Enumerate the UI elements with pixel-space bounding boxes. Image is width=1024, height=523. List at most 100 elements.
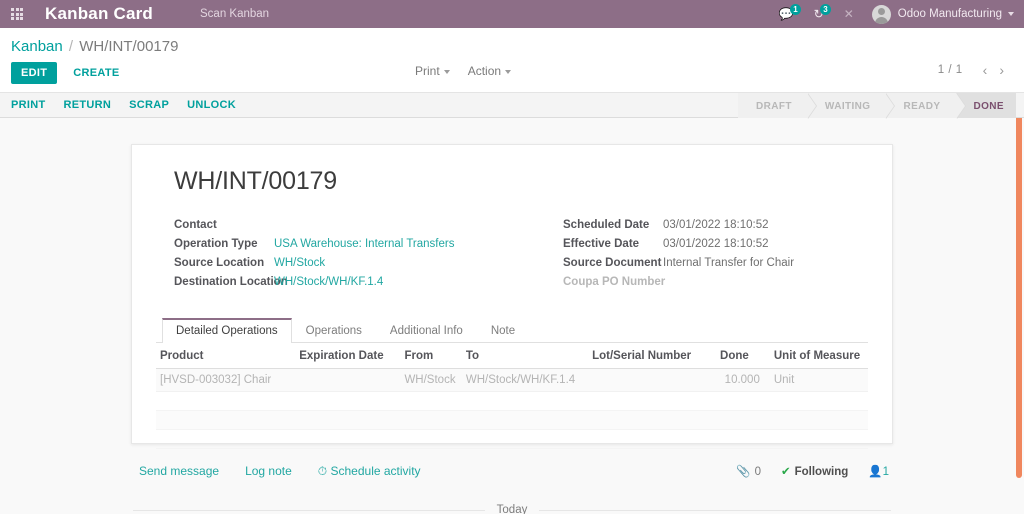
edit-button[interactable]: EDIT — [11, 62, 57, 84]
column-product[interactable]: Product — [156, 343, 295, 369]
column-unit-of-measure[interactable]: Unit of Measure — [764, 343, 868, 369]
chevron-down-icon — [505, 70, 511, 74]
tab-note[interactable]: Note — [477, 318, 529, 343]
send-message-button[interactable]: Send message — [139, 464, 219, 478]
menu-item-scan-kanban[interactable]: Scan Kanban — [200, 8, 269, 20]
field-label: Coupa PO Number — [563, 276, 663, 289]
column-from[interactable]: From — [400, 343, 461, 369]
chatter-toolbar: Send message Log note ⏱ Schedule activit… — [131, 460, 893, 482]
breadcrumb-item-current: WH/INT/00179 — [79, 38, 178, 55]
chatter-status-group: 📎0 ✔Following 👤1 — [736, 464, 889, 478]
column-lot-serial-number[interactable]: Lot/Serial Number — [588, 343, 716, 369]
cell-lot-serial-number — [588, 368, 716, 391]
separator-line-left — [133, 510, 485, 511]
messages-count-badge: 1 — [790, 4, 800, 15]
unlock-button[interactable]: UNLOCK — [187, 99, 247, 111]
record-content-area: WH/INT/00179 Contact Operation Type USA … — [0, 118, 1024, 514]
schedule-activity-label: Schedule activity — [331, 464, 421, 478]
form-column-right: Scheduled Date 03/01/2022 18:10:52 Effec… — [521, 219, 868, 296]
print-dropdown-label: Print — [415, 64, 440, 78]
control-panel-buttons: EDIT CREATE Print Action 1 / 1 ‹ › — [0, 55, 1024, 92]
chevron-left-icon[interactable]: ‹ — [977, 63, 994, 77]
table-row[interactable]: [HVSD-003032] Chair WH/Stock WH/Stock/WH… — [156, 368, 868, 391]
user-name-label: Odoo Manufacturing — [898, 8, 1002, 20]
cell-expiration-date — [295, 368, 400, 391]
breadcrumb-item-kanban[interactable]: Kanban — [11, 38, 63, 55]
status-badge: DRAFT WAITING READY DONE — [738, 93, 1016, 119]
log-note-button[interactable]: Log note — [245, 464, 292, 478]
table-header-row: Product Expiration Date From To Lot/Seri… — [156, 343, 868, 369]
control-panel: Kanban / WH/INT/00179 EDIT CREATE Print … — [0, 28, 1024, 118]
field-label: Operation Type — [174, 238, 274, 251]
field-effective-date: Effective Date 03/01/2022 18:10:52 — [563, 238, 868, 251]
field-label: Source Location — [174, 257, 274, 270]
print-dropdown[interactable]: Print — [415, 64, 450, 78]
page-title: WH/INT/00179 — [174, 167, 868, 196]
field-destination-location: Destination Location WH/Stock/WH/KF.1.4 — [174, 276, 521, 289]
cell-product: [HVSD-003032] Chair — [156, 368, 295, 391]
date-separator: Today — [131, 504, 893, 514]
column-to[interactable]: To — [462, 343, 588, 369]
pager: 1 / 1 ‹ › — [938, 63, 1010, 77]
field-value[interactable]: WH/Stock/WH/KF.1.4 — [274, 276, 383, 289]
field-coupa-po-number: Coupa PO Number — [563, 276, 868, 289]
operations-table: Product Expiration Date From To Lot/Seri… — [156, 343, 868, 449]
field-source-location: Source Location WH/Stock — [174, 257, 521, 270]
scrap-button[interactable]: SCRAP — [129, 99, 180, 111]
messages-button[interactable]: 💬 1 — [769, 0, 804, 28]
scrollbar[interactable] — [1016, 118, 1022, 514]
separator-line-right — [539, 510, 891, 511]
apps-grid-icon[interactable] — [0, 0, 34, 28]
tab-operations[interactable]: Operations — [292, 318, 376, 343]
following-button[interactable]: ✔Following — [781, 464, 848, 478]
cell-to: WH/Stock/WH/KF.1.4 — [462, 368, 588, 391]
field-value: 03/01/2022 18:10:52 — [663, 238, 769, 251]
field-operation-type: Operation Type USA Warehouse: Internal T… — [174, 238, 521, 251]
create-button[interactable]: CREATE — [65, 62, 127, 84]
form-sheet: WH/INT/00179 Contact Operation Type USA … — [131, 144, 893, 444]
field-value[interactable]: WH/Stock — [274, 257, 325, 270]
form-fields: Contact Operation Type USA Warehouse: In… — [174, 219, 868, 296]
user-icon: 👤 — [868, 466, 882, 478]
field-label: Source Document — [563, 257, 663, 270]
tab-detailed-operations[interactable]: Detailed Operations — [162, 318, 292, 343]
breadcrumb: Kanban / WH/INT/00179 — [0, 28, 1024, 55]
field-value[interactable]: USA Warehouse: Internal Transfers — [274, 238, 454, 251]
chevron-down-icon — [444, 70, 450, 74]
return-button[interactable]: RETURN — [64, 99, 123, 111]
app-brand-title[interactable]: Kanban Card — [45, 4, 153, 24]
avatar — [872, 5, 891, 24]
print-button[interactable]: PRINT — [11, 99, 57, 111]
status-step-ready[interactable]: READY — [885, 93, 955, 119]
field-scheduled-date: Scheduled Date 03/01/2022 18:10:52 — [563, 219, 868, 232]
tab-additional-info[interactable]: Additional Info — [376, 318, 477, 343]
field-value: Internal Transfer for Chair — [663, 257, 794, 270]
date-separator-label: Today — [485, 504, 540, 514]
field-label: Contact — [174, 219, 274, 232]
chatter: Send message Log note ⏱ Schedule activit… — [131, 444, 893, 514]
table-empty-row — [156, 410, 868, 429]
column-expiration-date[interactable]: Expiration Date — [295, 343, 400, 369]
scrollbar-thumb[interactable] — [1016, 118, 1022, 478]
column-done[interactable]: Done — [716, 343, 764, 369]
status-step-waiting[interactable]: WAITING — [807, 93, 886, 119]
field-label: Effective Date — [563, 238, 663, 251]
notebook-tabs: Detailed Operations Operations Additiona… — [156, 318, 868, 343]
activities-button[interactable]: ↻ 3 — [804, 0, 834, 28]
paperclip-icon: 📎 — [736, 466, 750, 478]
followers-count: 1 — [883, 466, 889, 478]
chevron-right-icon[interactable]: › — [993, 63, 1010, 77]
followers-button[interactable]: 👤1 — [868, 464, 889, 478]
cell-done: 10.000 — [716, 368, 764, 391]
top-navbar: Kanban Card Scan Kanban 💬 1 ↻ 3 ✕ Odoo M… — [0, 0, 1024, 28]
field-label: Destination Location — [174, 276, 274, 289]
clock-icon: ⏱ — [318, 464, 327, 478]
user-menu[interactable]: Odoo Manufacturing — [864, 5, 1016, 24]
action-dropdown[interactable]: Action — [468, 64, 511, 78]
field-label: Scheduled Date — [563, 219, 663, 232]
close-button[interactable]: ✕ — [834, 0, 864, 28]
attachments-button[interactable]: 📎0 — [736, 464, 761, 478]
schedule-activity-button[interactable]: ⏱ Schedule activity — [318, 464, 421, 479]
field-source-document: Source Document Internal Transfer for Ch… — [563, 257, 868, 270]
status-step-draft[interactable]: DRAFT — [738, 93, 807, 119]
